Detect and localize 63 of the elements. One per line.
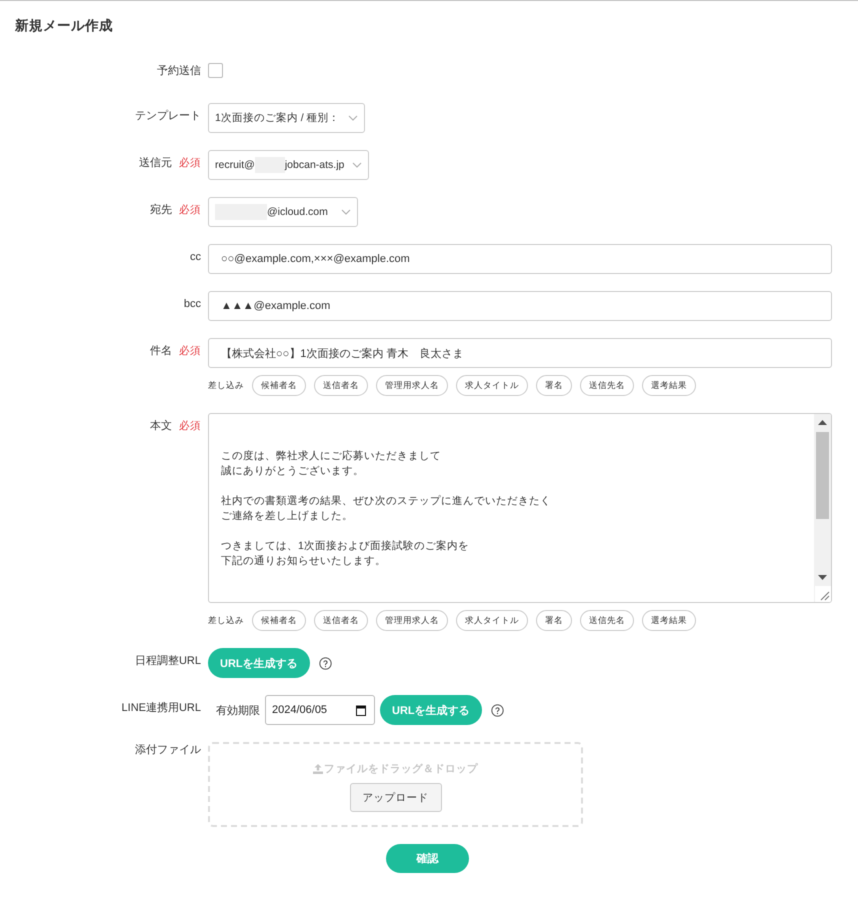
insert-tag-button[interactable]: 候補者名 xyxy=(252,375,306,396)
insert-tag-button[interactable]: 送信先名 xyxy=(580,375,634,396)
text-input[interactable]: ○○@example.com,×××@example.com xyxy=(208,244,832,274)
insert-tag-button[interactable]: 管理用求人名 xyxy=(376,610,448,631)
chevron-down-icon xyxy=(352,162,362,168)
body-text-line: 下記の通りお知らせいたします。 xyxy=(221,554,386,569)
upload-icon xyxy=(313,764,323,774)
page-title: 新規メール作成 xyxy=(15,17,113,34)
insert-label: 差し込み xyxy=(208,380,244,392)
insert-tag-button[interactable]: 求人タイトル xyxy=(456,610,528,631)
insert-tag-button[interactable]: 送信先名 xyxy=(580,610,634,631)
checkbox[interactable] xyxy=(208,63,223,78)
insert-tag-button[interactable]: 選考結果 xyxy=(642,375,696,396)
required-label: 必須 xyxy=(179,344,201,359)
field-label: テンプレート xyxy=(135,108,201,124)
text-input[interactable]: 【株式会社○○】1次面接のご案内 青木 良太さま xyxy=(208,338,832,368)
help-icon[interactable] xyxy=(318,656,332,670)
insert-tag-button[interactable]: 求人タイトル xyxy=(456,375,528,396)
body-text-line: ご連絡を差し上げました。 xyxy=(221,509,353,524)
insert-tag-button[interactable]: 選考結果 xyxy=(642,610,696,631)
dropdown-select[interactable]: 1次面接のご案内 / 種別： xyxy=(208,103,365,133)
chevron-down-icon xyxy=(348,115,358,121)
resize-grip-icon[interactable] xyxy=(814,586,830,602)
expiry-label: 有効期限 xyxy=(216,704,260,718)
date-input[interactable]: 2024/06/05 xyxy=(265,695,375,725)
field-label: 予約送信 xyxy=(157,64,201,79)
field-label: 宛先 xyxy=(150,202,172,218)
scrollbar[interactable] xyxy=(814,414,831,602)
body-text-line: つきましては、1次面接および面接試験のご案内を xyxy=(221,539,469,554)
required-label: 必須 xyxy=(179,203,201,218)
file-dropzone[interactable]: ファイルをドラッグ＆ドロップ アップロード xyxy=(208,742,583,827)
insert-tag-button[interactable]: 署名 xyxy=(536,375,572,396)
scrollbar-thumb[interactable] xyxy=(816,432,829,519)
text-input[interactable]: ▲▲▲@example.com xyxy=(208,291,832,321)
field-label: LINE連携用URL xyxy=(122,700,201,716)
required-label: 必須 xyxy=(179,419,201,434)
field-label: cc xyxy=(190,250,201,265)
upload-button[interactable]: アップロード xyxy=(350,783,442,812)
scroll-up-icon[interactable] xyxy=(818,420,827,425)
dropzone-hint: ファイルをドラッグ＆ドロップ xyxy=(324,762,478,776)
body-text-line: 誠にありがとうございます。 xyxy=(221,464,364,479)
required-label: 必須 xyxy=(179,156,201,171)
insert-label: 差し込み xyxy=(208,614,244,626)
help-icon[interactable] xyxy=(490,704,504,716)
scroll-down-icon[interactable] xyxy=(818,575,827,580)
calendar-icon[interactable] xyxy=(356,704,366,716)
body-textarea[interactable]: この度は、弊社求人にご応募いただきまして 誠にありがとうございます。 社内での書類選考の結果、ぜひ次のステップに進んでいただきたく ご連絡を差し上げました。 つきましては、1次面接および面接試験のご案内を 下記の通りお知らせいたします。 xyxy=(208,413,832,603)
field-label: 送信元 xyxy=(139,156,172,171)
dropdown-select[interactable]: recruit@ jobcan-ats.jp xyxy=(208,150,370,180)
insert-tag-button[interactable]: 送信者名 xyxy=(314,375,368,396)
body-text-line: この度は、弊社求人にご応募いただきまして xyxy=(221,449,441,464)
field-label: 添付ファイル xyxy=(135,743,201,758)
dropdown-select[interactable]: @icloud.com xyxy=(208,197,358,227)
field-label: 件名 xyxy=(150,344,172,359)
field-label: bcc xyxy=(184,297,201,312)
field-label: 日程調整URL xyxy=(134,654,201,669)
insert-tag-button[interactable]: 送信者名 xyxy=(314,610,368,631)
field-label: 本文 xyxy=(150,418,172,434)
body-text-line: 社内での書類選考の結果、ぜひ次のステップに進んでいただきたく xyxy=(221,494,551,509)
insert-tag-button[interactable]: 候補者名 xyxy=(252,610,306,631)
chevron-down-icon xyxy=(341,209,351,215)
insert-tag-button[interactable]: 署名 xyxy=(536,610,572,631)
insert-tag-button[interactable]: 管理用求人名 xyxy=(376,375,448,396)
